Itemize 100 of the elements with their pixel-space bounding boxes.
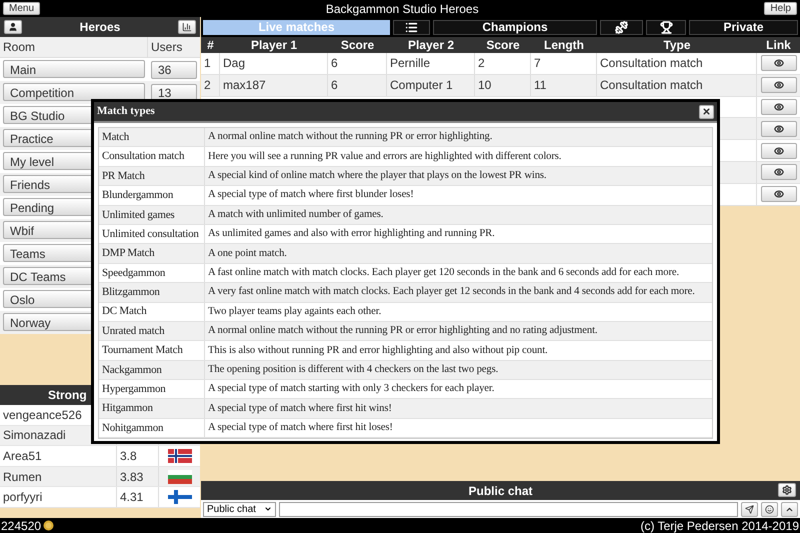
person-icon (8, 22, 18, 32)
flag-icon (168, 470, 192, 484)
menu-button[interactable]: Menu (3, 2, 40, 15)
player-rating: 4.31 (120, 489, 144, 506)
room-button[interactable]: Main (3, 60, 145, 78)
match-type-name: Hitgammon (99, 399, 205, 418)
player-rating: 3.8 (120, 448, 137, 465)
column-header: Type (662, 37, 692, 53)
list-tab[interactable] (393, 20, 430, 34)
eye-icon (774, 146, 784, 156)
tab[interactable]: Private (689, 20, 798, 34)
flag-icon (168, 490, 192, 504)
player-name: porfyyri (2, 489, 44, 506)
eye-icon (774, 189, 784, 200)
stats-button[interactable] (178, 20, 196, 34)
coin-icon (43, 520, 54, 531)
match-type-name: Blundergammon (99, 186, 205, 205)
table-cell: 1 (201, 53, 220, 74)
view-button[interactable] (760, 186, 796, 202)
column-header: Link (765, 37, 792, 53)
dumbbell-icon (615, 20, 628, 34)
match-type-description: This is also without running PR and error highlighting and also without pip count. (207, 344, 549, 358)
close-icon (702, 107, 711, 116)
table-cell: Dag (220, 53, 328, 74)
match-type-description: Here you will see a running PR value and errors are highlighted with different colors. (207, 150, 562, 164)
help-button[interactable]: Help (764, 2, 797, 15)
column-header: Length (543, 37, 585, 53)
room-button[interactable]: Competition (3, 82, 145, 101)
match-type-name: Tournament Match (99, 341, 205, 360)
match-type-name: Match (99, 128, 205, 146)
smile-icon (765, 504, 774, 514)
table-cell: Consultation match (597, 53, 757, 74)
column-header: Users (150, 39, 184, 56)
column-header: # (206, 37, 215, 53)
match-type-description: As unlimited games and also with error highlighting and running PR. (207, 227, 496, 242)
match-type-name: Nackgammon (99, 360, 205, 380)
table-cell: Pernille (387, 53, 475, 74)
match-type-name: Unlimited consultation (99, 224, 205, 244)
emoji-button[interactable] (761, 502, 778, 516)
match-type-description: The opening position is different with 4 checkers on the last two pegs. (207, 362, 500, 377)
table-cell: Consultation match (597, 74, 757, 96)
table-cell: max187 (220, 74, 328, 96)
table-cell: 6 (328, 53, 387, 74)
match-type-name: Unlimited games (99, 206, 205, 224)
table-cell: 2 (201, 74, 220, 96)
match-type-name: Speedgammon (99, 264, 205, 282)
chat-title: Public chat (468, 482, 532, 500)
trophy-tab[interactable] (646, 20, 686, 34)
list-icon (405, 20, 418, 34)
bar-chart-icon (182, 22, 192, 32)
table-cell: 6 (328, 74, 387, 96)
match-type-description: A fast online match with match clocks. Each player get 120 seconds in the bank and 6 seconds add for each more. (207, 266, 680, 280)
column-header: Player 2 (406, 37, 456, 53)
match-type-description: A match with unlimited number of games. (207, 208, 384, 222)
eye-icon (774, 80, 784, 90)
tab[interactable]: Champions (433, 20, 597, 34)
user-count: 36 (151, 60, 197, 78)
match-type-name: DMP Match (99, 244, 205, 263)
close-button[interactable] (699, 104, 714, 118)
profile-button[interactable] (4, 20, 22, 34)
view-button[interactable] (760, 98, 796, 115)
table-cell: 10 (475, 74, 531, 96)
send-button[interactable] (741, 502, 758, 516)
match-type-description: A special kind of online match where the player that plays on the lowest PR wins. (207, 169, 548, 184)
match-type-description: A special type of match starting with only 3 checkers for each player. (207, 382, 496, 396)
eye-icon (774, 167, 784, 178)
view-button[interactable] (760, 164, 796, 180)
match-type-description: A special type of match where first hit loses! (207, 421, 394, 436)
settings-button[interactable] (778, 483, 796, 497)
column-header: Score (340, 37, 376, 53)
credits: 224520 (1, 518, 42, 533)
app-title: Backgammon Studio Heroes (326, 0, 479, 18)
view-button[interactable] (760, 77, 796, 94)
match-type-name: DC Match (99, 302, 205, 321)
match-type-name: Blitzgammon (99, 283, 205, 302)
expand-button[interactable] (781, 502, 798, 516)
eye-icon (774, 124, 784, 134)
player-rating: 3.83 (120, 468, 144, 486)
table-cell: Computer 1 (387, 74, 475, 96)
match-type-name: Hypergammon (99, 380, 205, 398)
table-cell: 11 (531, 74, 597, 96)
player-name: Rumen (2, 468, 43, 486)
panel-title: Strong (48, 387, 87, 404)
match-type-description: A one point match. (207, 246, 288, 261)
column-header: Room (0, 37, 148, 57)
chat-input[interactable] (279, 502, 738, 516)
trophy-icon (660, 20, 672, 34)
view-button[interactable] (760, 142, 796, 159)
match-type-name: Unrated match (99, 322, 205, 340)
match-type-description: A special type of match where first hit wins! (207, 402, 393, 416)
match-type-description: Two player teams play againts each other. (207, 304, 382, 319)
copyright: (c) Terje Pedersen 2014-2019 (640, 518, 799, 533)
match-type-description: A normal online match without the running PR or error highlighting and no rating adjustment. (207, 324, 598, 338)
view-button[interactable] (760, 55, 796, 72)
view-button[interactable] (760, 120, 796, 137)
channel-select[interactable]: Public chat (203, 502, 276, 516)
column-header: Score (485, 37, 521, 53)
eye-icon (774, 58, 784, 68)
dumbbell-tab[interactable] (600, 20, 643, 34)
dropdown-icon (264, 505, 272, 513)
